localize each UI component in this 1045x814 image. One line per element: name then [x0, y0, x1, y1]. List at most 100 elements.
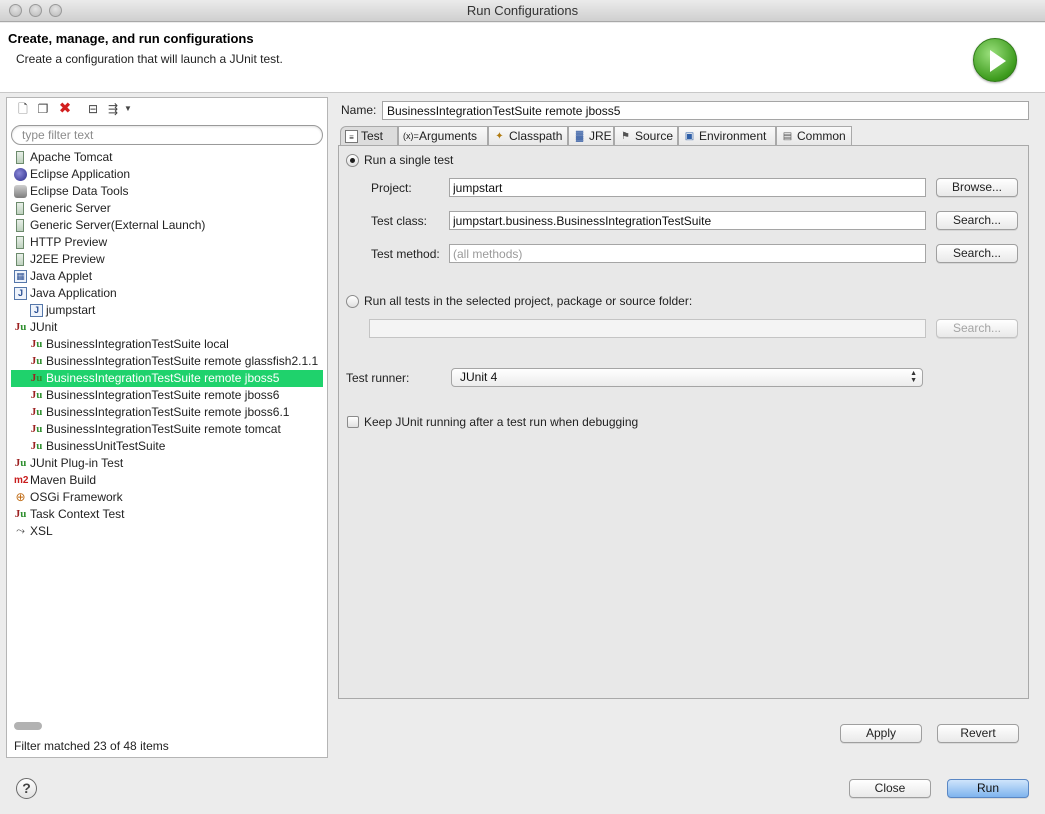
keep-running-checkbox[interactable] [347, 416, 359, 428]
duplicate-config-icon[interactable]: ❐ [35, 101, 51, 117]
sidebar-item[interactable]: ⤳ XSL [7, 523, 327, 540]
tab-jre[interactable]: ▓ JRE [568, 126, 614, 146]
sidebar-item-label: Eclipse Data Tools [30, 184, 129, 198]
classpath-icon: ✦ [495, 131, 504, 142]
server-icon [16, 236, 24, 249]
name-label: Name: [341, 103, 377, 117]
test-runner-label: Test runner: [346, 371, 410, 385]
configuration-list-panel: 🗋 ❐ ✖ ⊟ ⇶ ▼ Apache Tomcat Eclipse Applica… [6, 97, 328, 758]
tree-horizontal-scrollbar[interactable] [13, 721, 323, 731]
sidebar-item-label: OSGi Framework [30, 490, 123, 504]
test-runner-value: JUnit 4 [460, 370, 498, 384]
project-input[interactable] [449, 178, 926, 197]
sidebar-item[interactable]: Ju Task Context Test [7, 506, 327, 523]
junit-icon: Ju [30, 372, 43, 384]
junit-task-icon: Ju [14, 508, 27, 520]
junit-icon: Ju [30, 355, 43, 367]
browse-button[interactable]: Browse... [936, 178, 1018, 197]
sidebar-item[interactable]: Ju BusinessIntegrationTestSuite remote to… [7, 421, 327, 438]
sidebar-item[interactable]: Generic Server [7, 200, 327, 217]
delete-config-icon[interactable]: ✖ [57, 101, 73, 117]
junit-icon: Ju [30, 338, 43, 350]
sidebar-item-label: J2EE Preview [30, 252, 105, 266]
junit-icon: Ju [30, 423, 43, 435]
tab-source[interactable]: ⚑ Source [614, 126, 678, 146]
window-title: Run Configurations [466, 3, 579, 18]
java-app-icon: J [14, 287, 27, 300]
sidebar-item[interactable]: Apache Tomcat [7, 149, 327, 166]
sidebar-item-label: XSL [30, 524, 53, 538]
filter-menu-chevron-down-icon[interactable]: ▼ [123, 101, 133, 117]
sidebar-item-label: Generic Server [30, 201, 111, 215]
run-button[interactable]: Run [947, 779, 1029, 798]
junit-plugin-icon: Ju [14, 457, 27, 469]
filter-config-icon[interactable]: ⇶ [105, 101, 121, 117]
tab-environment[interactable]: ▣ Environment [678, 126, 776, 146]
apply-button[interactable]: Apply [840, 724, 922, 743]
header-title: Create, manage, and run configurations [8, 31, 254, 46]
sidebar-item[interactable]: Ju JUnit [7, 319, 327, 336]
sidebar-item[interactable]: Ju BusinessUnitTestSuite [7, 438, 327, 455]
sidebar-item-label: BusinessIntegrationTestSuite remote tomc… [46, 422, 281, 436]
container-input[interactable] [369, 319, 926, 338]
single-test-radio[interactable] [346, 154, 359, 167]
search-class-button[interactable]: Search... [936, 211, 1018, 230]
eclipse-icon [14, 168, 27, 181]
new-config-icon[interactable]: 🗋 [15, 101, 31, 117]
all-tests-label: Run all tests in the selected project, p… [364, 294, 693, 308]
sidebar-item[interactable]: Ju BusinessIntegrationTestSuite local [7, 336, 327, 353]
junit-icon: Ju [30, 406, 43, 418]
filter-status: Filter matched 23 of 48 items [14, 739, 169, 753]
test-method-input[interactable] [449, 244, 926, 263]
sidebar-item-label: JUnit [30, 320, 58, 334]
sidebar-item[interactable]: J2EE Preview [7, 251, 327, 268]
sidebar-item[interactable]: J Java Application [7, 285, 327, 302]
test-class-label: Test class: [371, 214, 428, 228]
sidebar-item[interactable]: m2 Maven Build [7, 472, 327, 489]
filter-input[interactable] [11, 125, 323, 145]
search-container-button[interactable]: Search... [936, 319, 1018, 338]
sidebar-item[interactable]: Ju BusinessIntegrationTestSuite remote jb… [7, 404, 327, 421]
sidebar-item[interactable]: Eclipse Application [7, 166, 327, 183]
xsl-icon: ⤳ [16, 525, 25, 537]
database-icon [14, 185, 27, 198]
sidebar-item[interactable]: ▦ Java Applet [7, 268, 327, 285]
keep-running-label: Keep JUnit running after a test run when… [364, 415, 639, 429]
sidebar-item[interactable]: HTTP Preview [7, 234, 327, 251]
tab-arguments[interactable]: (x)= Arguments [398, 126, 488, 146]
all-tests-radio[interactable] [346, 295, 359, 308]
collapse-all-icon[interactable]: ⊟ [85, 101, 101, 117]
project-label: Project: [371, 181, 412, 195]
name-input[interactable] [382, 101, 1029, 120]
scrollbar-thumb[interactable] [14, 722, 42, 730]
arguments-icon: (x)= [403, 131, 419, 141]
server-icon [16, 219, 24, 232]
configuration-tree: Apache Tomcat Eclipse Application Eclipse … [7, 149, 327, 540]
test-class-input[interactable] [449, 211, 926, 230]
tab-classpath[interactable]: ✦ Classpath [488, 126, 568, 146]
tab-common[interactable]: ▤ Common [776, 126, 852, 146]
close-button[interactable]: Close [849, 779, 931, 798]
tab-test[interactable]: ≡ Test [340, 126, 398, 146]
sidebar-item-label: Java Applet [30, 269, 93, 283]
sidebar-item-label: JUnit Plug-in Test [30, 456, 124, 470]
common-icon: ▤ [782, 131, 793, 142]
sidebar-item[interactable]: ⊕ OSGi Framework [7, 489, 327, 506]
sidebar-item[interactable]: Ju BusinessIntegrationTestSuite remote jb… [7, 387, 327, 404]
sidebar-item-label: Apache Tomcat [30, 150, 113, 164]
source-icon: ⚑ [621, 131, 630, 142]
sidebar-item[interactable]: Ju BusinessIntegrationTestSuite remote gl… [7, 353, 327, 370]
sidebar-item[interactable]: Generic Server(External Launch) [7, 217, 327, 234]
help-icon[interactable]: ? [16, 778, 37, 799]
test-runner-select[interactable]: JUnit 4 ▲ ▼ [451, 368, 923, 387]
sidebar-item[interactable]: Ju BusinessIntegrationTestSuite remote jb… [11, 370, 323, 387]
sidebar-item[interactable]: Eclipse Data Tools [7, 183, 327, 200]
sidebar-item-label: BusinessIntegrationTestSuite remote jbos… [46, 405, 290, 419]
junit-icon: Ju [14, 321, 27, 333]
sidebar-item[interactable]: Jjumpstart [7, 302, 327, 319]
sidebar-item[interactable]: Ju JUnit Plug-in Test [7, 455, 327, 472]
revert-button[interactable]: Revert [937, 724, 1019, 743]
sidebar-item-label: Generic Server(External Launch) [30, 218, 206, 232]
environment-icon: ▣ [684, 131, 695, 142]
search-method-button[interactable]: Search... [936, 244, 1018, 263]
